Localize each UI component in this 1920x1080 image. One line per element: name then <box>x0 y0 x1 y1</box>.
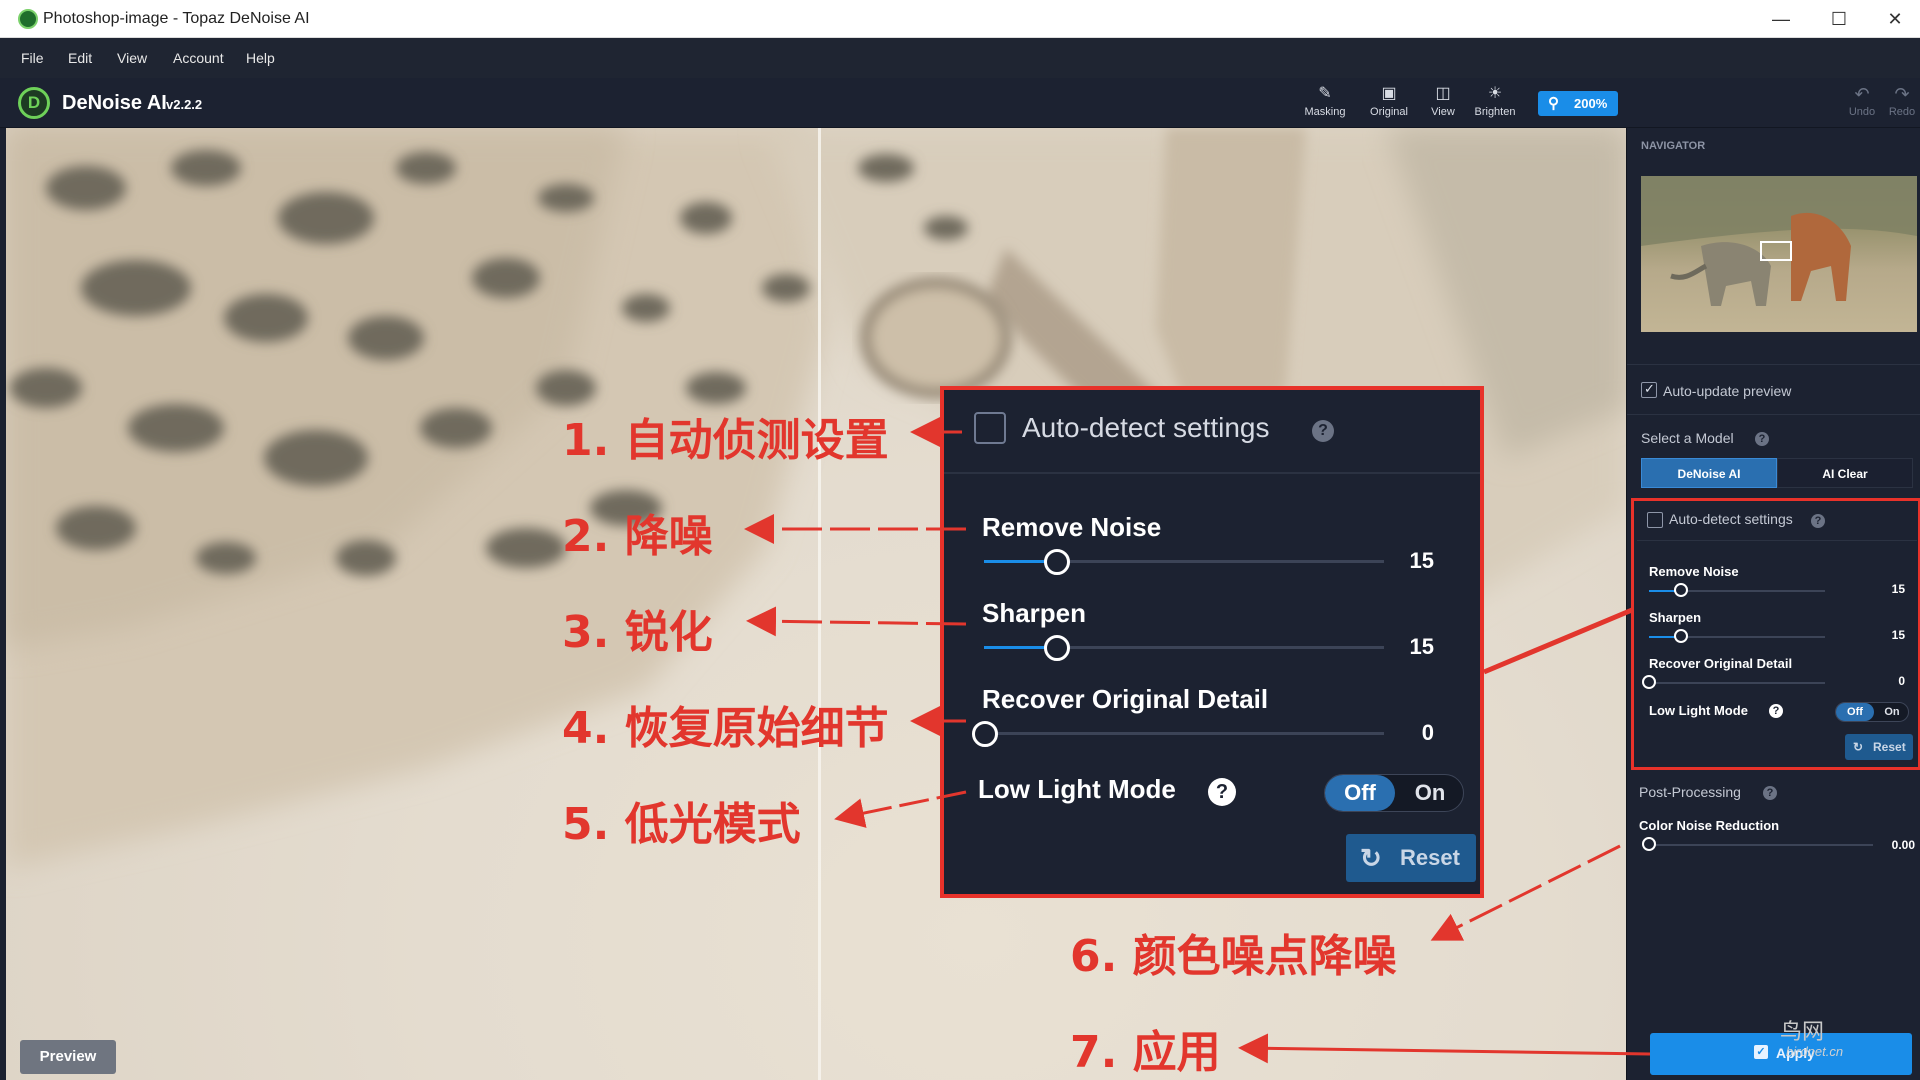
menu-view[interactable]: View <box>117 50 147 66</box>
callout-auto-detect-checkbox[interactable] <box>974 412 1006 444</box>
original-button[interactable]: ▣ Original <box>1362 84 1416 118</box>
low-light-on-option[interactable]: On <box>1876 703 1908 721</box>
panel-slider-label: Recover Original Detail <box>1649 656 1793 671</box>
annotation-2: 2. 降噪 <box>562 511 713 562</box>
callout-low-light-label: Low Light Mode <box>978 774 1176 804</box>
callout-reset-button: ↻ Reset <box>1346 834 1476 882</box>
auto-detect-label: Auto-detect settings <box>1669 511 1793 527</box>
minimize-button[interactable]: — <box>1758 0 1804 38</box>
zoom-button[interactable]: ⚲ 200% <box>1538 91 1618 116</box>
callout-slider-value: 15 <box>1409 634 1434 659</box>
undo-icon: ↶ <box>1854 84 1870 104</box>
window-title-bar: Photoshop-image - Topaz DeNoise AI — ☐ ✕ <box>0 0 1920 38</box>
callout-slider-value: 15 <box>1409 548 1434 573</box>
panel-slider-track[interactable] <box>1649 682 1825 684</box>
navigator-image <box>1641 176 1917 306</box>
brighten-button[interactable]: ☀ Brighten <box>1468 84 1522 118</box>
panel-slider-knob[interactable] <box>1673 583 1688 597</box>
split-view-icon: ◫ <box>1435 85 1451 102</box>
annotation-1: 1. 自动侦测设置 <box>562 415 889 466</box>
panel-slider-label: Sharpen <box>1649 610 1702 625</box>
callout-slider-knob <box>1044 635 1070 661</box>
close-button[interactable]: ✕ <box>1872 0 1918 38</box>
denoise-logo-icon: D <box>18 87 50 119</box>
redo-icon: ↷ <box>1894 84 1910 104</box>
auto-update-label: Auto-update preview <box>1663 383 1792 399</box>
panel-slider-knob[interactable] <box>1673 629 1688 643</box>
model-ai-clear-button[interactable]: AI Clear <box>1777 458 1913 488</box>
callout-help-icon: ? <box>1312 420 1334 442</box>
low-light-help-icon[interactable]: ? <box>1769 704 1783 718</box>
annotation-5: 5. 低光模式 <box>562 799 801 850</box>
callout-slider-label: Remove Noise <box>982 512 1162 542</box>
callout-low-light-toggle: Off On <box>1324 774 1464 812</box>
annotation-4: 4. 恢复原始细节 <box>562 703 889 754</box>
compare-divider[interactable] <box>818 128 821 1080</box>
callout-slider-label: Recover Original Detail <box>982 684 1269 714</box>
menu-help[interactable]: Help <box>246 50 275 66</box>
color-noise-track[interactable] <box>1649 844 1873 846</box>
watermark-url: birdnet.cn <box>1786 1044 1844 1059</box>
auto-detect-checkbox[interactable] <box>1647 512 1663 528</box>
menu-bar: File Edit View Account Help <box>0 38 1920 78</box>
zoomed-settings-callout: Auto-detect settings ? Remove Noise 15 Sh… <box>940 386 1484 898</box>
redo-button[interactable]: ↷ Redo <box>1884 84 1920 118</box>
panel-slider-value: 0 <box>1898 674 1905 688</box>
model-help-icon[interactable]: ? <box>1755 432 1769 446</box>
auto-detect-help-icon[interactable]: ? <box>1811 514 1825 528</box>
callout-auto-detect-label: Auto-detect settings <box>1022 412 1270 443</box>
menu-account[interactable]: Account <box>173 50 224 66</box>
color-noise-label: Color Noise Reduction <box>1639 818 1780 833</box>
menu-edit[interactable]: Edit <box>68 50 92 66</box>
menu-file[interactable]: File <box>21 50 44 66</box>
maximize-button[interactable]: ☐ <box>1816 0 1862 38</box>
navigator-title: NAVIGATOR <box>1641 140 1706 152</box>
watermark-logo: 鸟网 <box>1780 1020 1825 1045</box>
low-light-off-option[interactable]: Off <box>1836 703 1874 721</box>
post-processing-label: Post-Processing <box>1639 784 1741 800</box>
annotation-6: 6. 颜色噪点降噪 <box>1070 931 1397 982</box>
panel-slider-knob[interactable] <box>1642 675 1656 689</box>
reset-button[interactable]: ↻ Reset <box>1845 734 1913 760</box>
callout-low-light-help-icon: ? <box>1208 778 1236 806</box>
panel-slider-label: Remove Noise <box>1649 564 1739 579</box>
color-noise-value: 0.00 <box>1891 838 1915 852</box>
navigator-viewport[interactable] <box>1760 241 1792 261</box>
annotation-3: 3. 锐化 <box>562 607 713 658</box>
view-button[interactable]: ◫ View <box>1416 84 1470 118</box>
low-light-toggle[interactable]: Off On <box>1835 702 1909 722</box>
reset-icon: ↻ <box>1853 740 1864 754</box>
app-toolbar: D DeNoise AI v2.2.2 ✎ Masking ▣ Original… <box>0 78 1920 128</box>
preview-button[interactable]: Preview <box>20 1040 116 1074</box>
low-light-label: Low Light Mode <box>1649 703 1748 718</box>
apply-check-icon: ✓ <box>1754 1045 1768 1059</box>
callout-slider-label: Sharpen <box>982 598 1087 628</box>
navigator-thumbnail[interactable] <box>1641 176 1917 332</box>
select-model-label: Select a Model <box>1641 430 1734 446</box>
panel-slider-value: 15 <box>1891 582 1905 596</box>
auto-update-checkbox[interactable] <box>1641 381 1657 398</box>
callout-slider-value: 0 <box>1421 720 1434 745</box>
undo-button[interactable]: ↶ Undo <box>1840 84 1884 118</box>
masking-button[interactable]: ✎ Masking <box>1298 84 1352 118</box>
image-icon: ▣ <box>1381 85 1397 102</box>
window-title: Photoshop-image - Topaz DeNoise AI <box>43 10 310 27</box>
callout-reset-icon: ↻ <box>1360 843 1382 873</box>
app-name: DeNoise AI <box>62 92 167 114</box>
post-processing-help-icon[interactable]: ? <box>1763 786 1777 800</box>
callout-slider-track <box>984 732 1384 735</box>
callout-slider-knob <box>972 721 998 747</box>
right-settings-panel: NAVIGATOR Auto-update preview Select a M… <box>1626 128 1920 1080</box>
app-shield-icon <box>18 9 38 29</box>
annotation-7: 7. 应用 <box>1070 1027 1221 1078</box>
callout-slider-knob <box>1044 549 1070 575</box>
app-version: v2.2.2 <box>166 97 203 112</box>
model-denoise-ai-button[interactable]: DeNoise AI <box>1641 458 1777 488</box>
sun-icon: ☀ <box>1487 85 1503 102</box>
magnifier-icon: ⚲ <box>1548 95 1559 112</box>
panel-slider-value: 15 <box>1891 628 1905 642</box>
color-noise-knob[interactable] <box>1642 837 1656 851</box>
brush-icon: ✎ <box>1318 85 1332 102</box>
